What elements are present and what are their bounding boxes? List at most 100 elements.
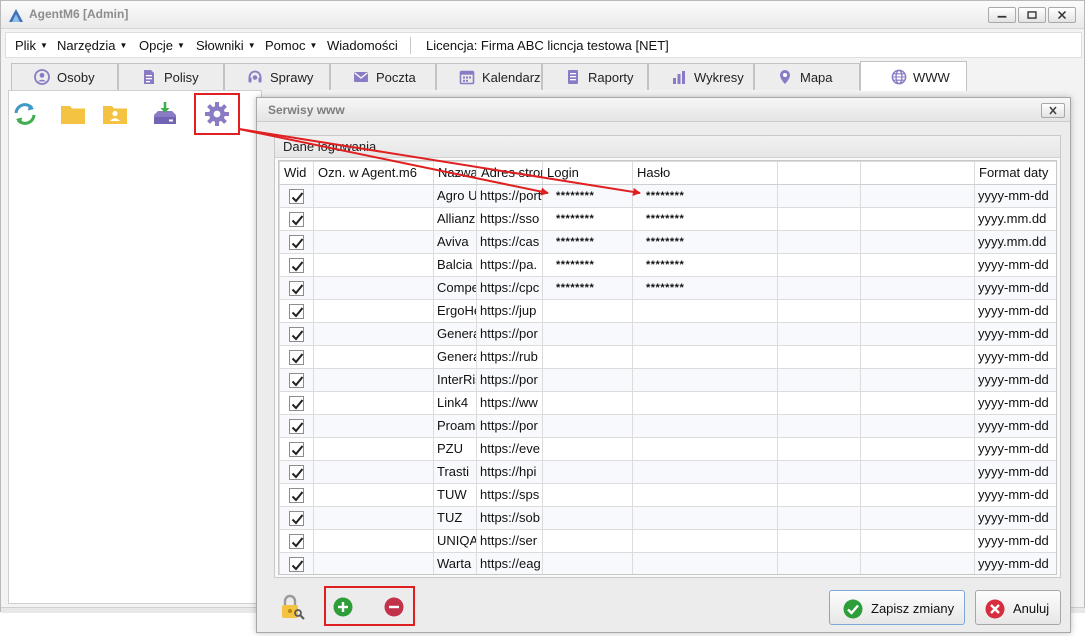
cell-wid[interactable] (279, 368, 314, 392)
table-row[interactable]: PZU https://eve yyyy-mm-dd (279, 437, 1056, 461)
table-row[interactable]: Generalihttps://por yyyy-mm-dd (279, 322, 1056, 346)
cell-b1[interactable] (777, 460, 861, 484)
table-row[interactable]: Proamahttps://por yyyy-mm-dd (279, 414, 1056, 438)
cell-login[interactable] (542, 391, 633, 415)
cell-b2[interactable] (860, 552, 975, 574)
cell-adres[interactable]: https://pa. (476, 253, 543, 277)
cell-b1[interactable] (777, 368, 861, 392)
cell-nazwa[interactable]: UNIQA (433, 529, 477, 553)
cell-haslo[interactable] (632, 322, 778, 346)
table-row[interactable]: UNIQA https://ser yyyy-mm-dd (279, 529, 1056, 553)
menu-plik[interactable]: Plik ▼ (15, 38, 48, 53)
cell-ozn[interactable] (313, 414, 434, 438)
minimize-button[interactable] (988, 7, 1016, 23)
cell-b2[interactable] (860, 322, 975, 346)
cell-haslo[interactable] (632, 299, 778, 323)
column-header-ozn[interactable]: Ozn. w Agent.m6 (313, 161, 434, 185)
cell-nazwa[interactable]: ErgoHestia (433, 299, 477, 323)
cell-wid[interactable] (279, 391, 314, 415)
cell-nazwa[interactable]: Agro Ubezpieczenia (433, 184, 477, 208)
visible-checkbox[interactable] (289, 419, 304, 435)
visible-checkbox[interactable] (289, 465, 304, 481)
cell-login[interactable] (542, 437, 633, 461)
cell-b2[interactable] (860, 460, 975, 484)
cell-adres[interactable]: https://sso (476, 207, 543, 231)
cell-wid[interactable] (279, 299, 314, 323)
cancel-button[interactable]: Anuluj (975, 590, 1061, 625)
cell-nazwa[interactable]: Aviva (433, 230, 477, 254)
cell-ozn[interactable] (313, 299, 434, 323)
cell-ozn[interactable] (313, 230, 434, 254)
table-row[interactable]: ErgoHestiahttps://jup yyyy-mm-dd (279, 299, 1056, 323)
cell-adres[interactable]: https://jup (476, 299, 543, 323)
cell-format[interactable]: yyyy-mm-dd (974, 506, 1056, 530)
tab-osoby[interactable]: Osoby (11, 63, 118, 90)
cell-adres[interactable]: https://ser (476, 529, 543, 553)
column-header-format-daty[interactable]: Format daty (974, 161, 1056, 185)
tab-poczta[interactable]: Poczta (330, 63, 436, 90)
dialog-titlebar[interactable]: Serwisy www (257, 98, 1070, 122)
cell-wid[interactable] (279, 437, 314, 461)
cell-nazwa[interactable]: Allianz (433, 207, 477, 231)
visible-checkbox[interactable] (289, 396, 304, 412)
cell-wid[interactable] (279, 207, 314, 231)
cell-adres[interactable]: https://cas (476, 230, 543, 254)
cell-ozn[interactable] (313, 207, 434, 231)
cell-adres[interactable]: https://hpi (476, 460, 543, 484)
table-row[interactable]: Aviva https://cas ******** ******** yyyy.mm.… (279, 230, 1056, 254)
cell-b1[interactable] (777, 322, 861, 346)
cell-format[interactable]: yyyy-mm-dd (974, 414, 1056, 438)
cell-wid[interactable] (279, 230, 314, 254)
cell-ozn[interactable] (313, 437, 434, 461)
cell-nazwa[interactable]: Generali (433, 322, 477, 346)
table-row[interactable]: Warta https://eag yyyy-mm-dd (279, 552, 1056, 574)
visible-checkbox[interactable] (289, 258, 304, 274)
cell-wid[interactable] (279, 414, 314, 438)
column-header-nazwa[interactable]: Nazwa (433, 161, 477, 185)
cell-b1[interactable] (777, 506, 861, 530)
cell-adres[interactable]: https://ww (476, 391, 543, 415)
cell-b2[interactable] (860, 483, 975, 507)
dialog-close-button[interactable] (1041, 103, 1065, 118)
cell-login[interactable] (542, 529, 633, 553)
cell-nazwa[interactable]: PZU (433, 437, 477, 461)
cell-login[interactable] (542, 460, 633, 484)
cell-adres[interactable]: https://eag (476, 552, 543, 574)
cell-haslo[interactable]: ******** (632, 230, 778, 254)
save-changes-button[interactable]: Zapisz zmiany (829, 590, 965, 625)
cell-nazwa[interactable]: Warta (433, 552, 477, 574)
cell-login[interactable] (542, 345, 633, 369)
cell-wid[interactable] (279, 322, 314, 346)
column-header-wid[interactable]: Wid (279, 161, 314, 185)
cell-b1[interactable] (777, 552, 861, 574)
cell-format[interactable]: yyyy-mm-dd (974, 529, 1056, 553)
window-titlebar[interactable]: AgentM6 [Admin] (1, 1, 1084, 29)
visible-checkbox[interactable] (289, 511, 304, 527)
table-row[interactable]: Agro Ubezpieczeniahttps://portal********… (279, 184, 1056, 208)
cell-ozn[interactable] (313, 253, 434, 277)
cell-haslo[interactable]: ******** (632, 184, 778, 208)
cell-b1[interactable] (777, 253, 861, 277)
cell-haslo[interactable] (632, 368, 778, 392)
cell-b2[interactable] (860, 391, 975, 415)
cell-login[interactable] (542, 552, 633, 574)
cell-wid[interactable] (279, 529, 314, 553)
cell-login[interactable] (542, 506, 633, 530)
visible-checkbox[interactable] (289, 350, 304, 366)
cell-adres[interactable]: https://eve (476, 437, 543, 461)
cell-ozn[interactable] (313, 368, 434, 392)
visible-checkbox[interactable] (289, 488, 304, 504)
cell-b2[interactable] (860, 299, 975, 323)
cell-nazwa[interactable]: Trasti (433, 460, 477, 484)
column-header-blank-2[interactable] (860, 161, 975, 185)
cell-wid[interactable] (279, 483, 314, 507)
menu-opcje[interactable]: Opcje ▼ (139, 38, 185, 53)
menu-pomoc[interactable]: Pomoc ▼ (265, 38, 317, 53)
column-header-login[interactable]: Login (542, 161, 633, 185)
tab-kalendarz[interactable]: Kalendarz (436, 63, 542, 90)
cell-b1[interactable] (777, 276, 861, 300)
cell-nazwa[interactable]: Link4 (433, 391, 477, 415)
visible-checkbox[interactable] (289, 327, 304, 343)
cell-format[interactable]: yyyy-mm-dd (974, 299, 1056, 323)
cell-haslo[interactable]: ******** (632, 207, 778, 231)
